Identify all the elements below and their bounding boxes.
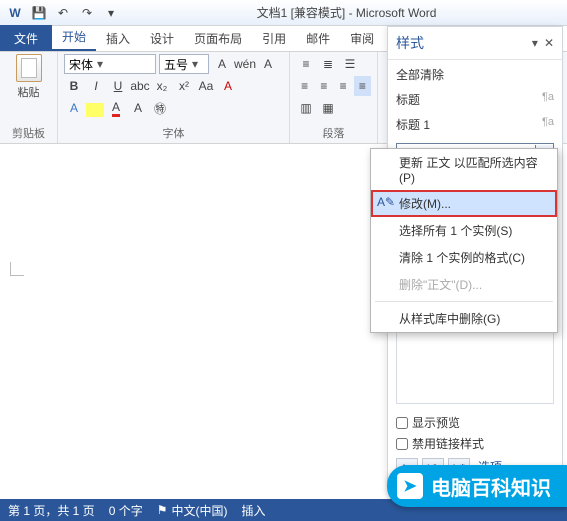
- menu-select-all[interactable]: 选择所有 1 个实例(S): [371, 217, 557, 244]
- align-center-button[interactable]: ≡: [315, 76, 332, 96]
- tab-file[interactable]: 文件: [0, 25, 52, 51]
- phonetic-button[interactable]: wén: [235, 54, 255, 74]
- disable-linked-label: 禁用链接样式: [412, 435, 484, 452]
- tab-review[interactable]: 审阅: [340, 26, 384, 51]
- tab-design[interactable]: 设计: [140, 26, 184, 51]
- tab-mailings[interactable]: 邮件: [296, 26, 340, 51]
- align-right-button[interactable]: ≡: [335, 76, 352, 96]
- style-label: 全部清除: [396, 66, 444, 83]
- strike-button[interactable]: abc: [130, 76, 150, 96]
- page-corner-indicator: [10, 246, 40, 276]
- menu-update-match[interactable]: 更新 正文 以匹配所选内容(P): [371, 149, 557, 190]
- char-shading-button[interactable]: A: [128, 98, 148, 118]
- font-name-combo[interactable]: 宋体 ▾: [64, 54, 156, 74]
- style-label: 标题 1: [396, 116, 430, 133]
- enclose-char-button[interactable]: ㊕: [150, 98, 170, 118]
- numbering-button[interactable]: ≣: [318, 54, 338, 74]
- font-size-combo[interactable]: 五号 ▾: [159, 54, 209, 74]
- word-icon[interactable]: W: [4, 2, 26, 24]
- italic-button[interactable]: I: [86, 76, 106, 96]
- disable-linked-checkbox[interactable]: 禁用链接样式: [396, 435, 554, 452]
- highlight-button[interactable]: [86, 103, 104, 117]
- justify-button[interactable]: ≡: [354, 76, 371, 96]
- status-word-count[interactable]: 0 个字: [109, 502, 143, 519]
- chevron-down-icon: ▾: [97, 57, 103, 71]
- borders-button[interactable]: ▦: [318, 98, 338, 118]
- change-case-button[interactable]: Aa: [196, 76, 216, 96]
- subscript-button[interactable]: x₂: [152, 76, 172, 96]
- tab-references[interactable]: 引用: [252, 26, 296, 51]
- superscript-button[interactable]: x²: [174, 76, 194, 96]
- menu-delete-style: 删除"正文"(D)...: [371, 271, 557, 298]
- menu-remove-from-gallery[interactable]: 从样式库中删除(G): [371, 305, 557, 332]
- redo-icon[interactable]: ↷: [76, 2, 98, 24]
- char-border-button[interactable]: A: [258, 54, 278, 74]
- group-font: 宋体 ▾ 五号 ▾ A wén A B I U abc x₂ x² Aa A A A…: [58, 52, 290, 143]
- paste-icon: [16, 54, 42, 82]
- show-preview-checkbox[interactable]: 显示预览: [396, 414, 554, 431]
- title-bar: W 💾 ↶ ↷ ▾ 文档1 [兼容模式] - Microsoft Word: [0, 0, 567, 26]
- bold-button[interactable]: B: [64, 76, 84, 96]
- group-paragraph: ≡ ≣ ☰ ≡ ≡ ≡ ≡ ▥ ▦ 段落: [290, 52, 378, 143]
- close-icon[interactable]: ✕: [544, 36, 554, 50]
- group-clipboard: 粘贴 剪贴板: [0, 52, 58, 143]
- page[interactable]: [10, 154, 370, 489]
- qat-customize-icon[interactable]: ▾: [100, 2, 122, 24]
- window-title: 文档1 [兼容模式] - Microsoft Word: [126, 4, 567, 21]
- tab-home[interactable]: 开始: [52, 24, 96, 51]
- save-icon[interactable]: 💾: [28, 2, 50, 24]
- style-list: 全部清除 标题¶a 标题 1¶a: [388, 60, 562, 139]
- underline-button[interactable]: U: [108, 76, 128, 96]
- grow-font-button[interactable]: A: [212, 54, 232, 74]
- tab-layout[interactable]: 页面布局: [184, 26, 252, 51]
- pane-dropdown-icon[interactable]: ▾: [532, 36, 538, 50]
- quick-access-toolbar: W 💾 ↶ ↷ ▾: [0, 2, 126, 24]
- multilevel-button[interactable]: ☰: [340, 54, 360, 74]
- paste-button[interactable]: 粘贴: [6, 54, 51, 100]
- bullets-button[interactable]: ≡: [296, 54, 316, 74]
- style-context-menu: 更新 正文 以匹配所选内容(P) A✎ 修改(M)... 选择所有 1 个实例(…: [370, 148, 558, 333]
- font-color-button[interactable]: A: [106, 98, 126, 118]
- site-badge: ➤ 电脑百科知识: [387, 465, 567, 507]
- font-size-value: 五号: [164, 56, 188, 73]
- show-preview-label: 显示预览: [412, 414, 460, 431]
- shading-button[interactable]: ▥: [296, 98, 316, 118]
- style-item-clear-all[interactable]: 全部清除: [396, 64, 554, 85]
- globe-icon: ⚑: [157, 503, 168, 517]
- status-page[interactable]: 第 1 页，共 1 页: [8, 502, 95, 519]
- paste-label: 粘贴: [18, 84, 40, 100]
- style-item-title[interactable]: 标题¶a: [396, 89, 554, 110]
- font-group-label: 字体: [64, 123, 283, 143]
- menu-modify[interactable]: A✎ 修改(M)...: [371, 190, 557, 217]
- badge-logo-icon: ➤: [397, 473, 423, 499]
- status-insert-mode[interactable]: 插入: [241, 502, 265, 519]
- checkbox-icon[interactable]: [396, 417, 408, 429]
- chevron-down-icon: ▾: [192, 57, 198, 71]
- undo-icon[interactable]: ↶: [52, 2, 74, 24]
- clipboard-group-label: 剪贴板: [6, 123, 51, 143]
- text-effects-button[interactable]: A: [64, 98, 84, 118]
- style-label: 标题: [396, 91, 420, 108]
- status-language[interactable]: ⚑中文(中国): [157, 502, 228, 519]
- style-item-heading1[interactable]: 标题 1¶a: [396, 114, 554, 135]
- menu-clear-format[interactable]: 清除 1 个实例的格式(C): [371, 244, 557, 271]
- paragraph-group-label: 段落: [296, 123, 371, 143]
- tab-insert[interactable]: 插入: [96, 26, 140, 51]
- clear-format-button[interactable]: A: [218, 76, 238, 96]
- badge-text: 电脑百科知识: [431, 472, 551, 501]
- align-left-button[interactable]: ≡: [296, 76, 313, 96]
- checkbox-icon[interactable]: [396, 438, 408, 450]
- modify-icon: A✎: [377, 195, 391, 209]
- font-name-value: 宋体: [69, 56, 93, 73]
- styles-pane-title: 样式: [396, 33, 424, 53]
- menu-separator: [375, 301, 553, 302]
